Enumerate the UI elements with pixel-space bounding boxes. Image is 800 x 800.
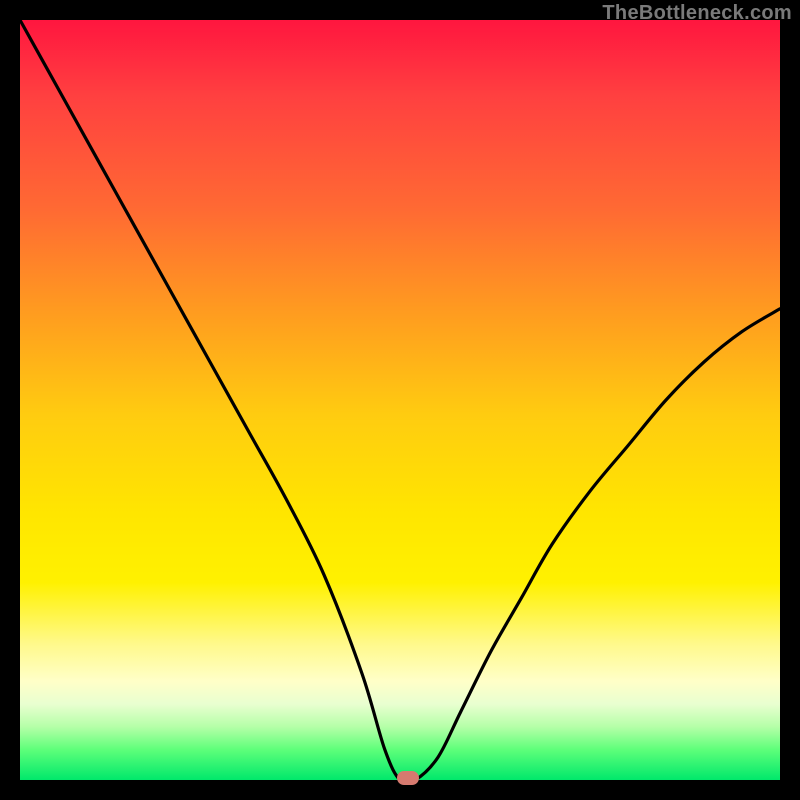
plot-area xyxy=(20,20,780,780)
minimum-marker xyxy=(397,771,419,785)
curve-svg xyxy=(20,20,780,780)
chart-outer: TheBottleneck.com xyxy=(0,0,800,800)
bottleneck-curve xyxy=(20,20,780,783)
